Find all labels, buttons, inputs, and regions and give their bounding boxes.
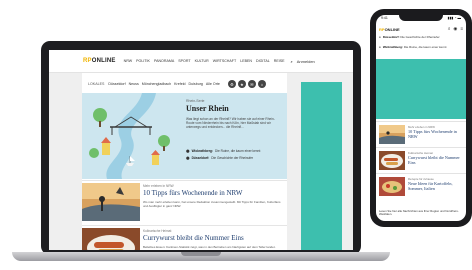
article-title[interactable]: Neue Ideen für Kartoffeln, Sommer, Itali… — [408, 181, 464, 191]
location-pin-icon: ⬤ — [186, 156, 190, 160]
location-tab[interactable]: Krefeld — [174, 82, 185, 86]
main-nav: NRW POLITIK PANORAMA SPORT KULTUR WIRTSC… — [124, 59, 285, 63]
phone-header-icons: ⌕ ◉ ≡ — [448, 26, 463, 32]
article-title[interactable]: 10 Tipps fürs Wochenende in NRW — [143, 189, 242, 197]
nav-item[interactable]: POLITIK — [136, 59, 150, 63]
settings-icon[interactable]: ⚙ — [227, 80, 236, 88]
nav-item[interactable]: DIGITAL — [256, 59, 270, 63]
phone-header: RPONLINE ⌕ ◉ ≡ — [376, 25, 466, 33]
phone-link[interactable]: ● Wickrathberg: Die Ruine, die kaum eine… — [379, 45, 465, 50]
location-pin-icon: ● — [379, 45, 381, 49]
location-pin-icon: ● — [379, 35, 381, 39]
content-area: LOKALES Düsseldorf Neuss Mönchengladbach… — [49, 73, 353, 250]
laptop-notch — [181, 252, 221, 256]
location-bar: LOKALES Düsseldorf Neuss Mönchengladbach… — [82, 75, 287, 93]
menu-icon[interactable]: ≡ — [460, 26, 463, 32]
location-label: LOKALES — [88, 82, 105, 86]
article-image — [82, 183, 140, 221]
header-actions: ⌕ Anmelden — [291, 59, 315, 64]
phone-article[interactable]: Rezepte für zuhause Neue Ideen für Karto… — [376, 173, 466, 200]
location-tab[interactable]: Alle Orte — [206, 82, 220, 86]
location-icons: ⚙ ★ ✉ ⌂ — [227, 80, 266, 88]
article-image — [82, 228, 140, 250]
location-tab[interactable]: Mönchengladbach — [142, 82, 171, 86]
article-title[interactable]: 10 Tipps fürs Wochenende in NRW — [408, 129, 464, 139]
login-link[interactable]: Anmelden — [297, 59, 315, 64]
advertisement-box[interactable] — [301, 82, 342, 250]
location-pin-icon: ⬤ — [186, 149, 190, 153]
star-icon[interactable]: ★ — [237, 80, 246, 88]
site-header: RPONLINE NRW POLITIK PANORAMA SPORT KULT… — [49, 50, 353, 73]
hero-link[interactable]: ⬤ Wickrathberg: Die Ruine, die kaum eine… — [186, 149, 260, 153]
home-icon[interactable]: ⌂ — [257, 80, 266, 88]
nav-item[interactable]: WIRTSCHAFT — [213, 59, 237, 63]
nav-item[interactable]: KULTUR — [195, 59, 209, 63]
search-icon[interactable]: ⌕ — [291, 59, 293, 64]
site-logo[interactable]: RPONLINE — [379, 27, 400, 32]
phone-notch — [399, 14, 443, 21]
nav-item[interactable]: LEBEN — [240, 59, 252, 63]
article-image — [379, 151, 405, 170]
phone-link[interactable]: ● Düsseldorf: Die Geschichte der Rheinuf… — [379, 35, 465, 40]
article-title[interactable]: Currywurst bleibt die Nummer Eins — [143, 234, 244, 242]
phone-screen: 9:41 ▮▮▮ ◔ ▬ RPONLINE ⌕ ◉ ≡ ● Düsseldorf… — [376, 15, 466, 221]
nav-item[interactable]: PANORAMA — [154, 59, 174, 63]
mail-icon[interactable]: ✉ — [247, 80, 256, 88]
article-teaser[interactable]: Kulinarische Heimat Currywurst bleibt di… — [82, 225, 287, 250]
user-icon[interactable]: ◉ — [453, 26, 457, 32]
article-image — [379, 177, 405, 196]
rhine-illustration — [89, 93, 170, 179]
site-logo[interactable]: RPONLINE — [83, 58, 116, 64]
phone-footer-text: Lesen Sie hier alle Nachrichten aus Ihre… — [379, 209, 459, 217]
advertisement-box[interactable] — [376, 59, 466, 119]
nav-item[interactable]: SPORT — [178, 59, 190, 63]
status-icons: ▮▮▮ ◔ ▬ — [447, 16, 461, 20]
hero-teaser[interactable]: Rhein-Serie Unser Rhein Was liegt schon … — [82, 93, 287, 179]
article-kicker: Mehr erleben in NRW — [143, 184, 174, 188]
location-tab[interactable]: Neuss — [129, 82, 139, 86]
hero-kicker: Rhein-Serie — [186, 99, 205, 103]
article-kicker: Kulinarische Heimat — [143, 229, 172, 233]
status-time: 9:41 — [381, 16, 388, 20]
article-title[interactable]: Currywurst bleibt die Nummer Eins — [408, 155, 464, 165]
phone-article[interactable]: Kulinarische Heimat Currywurst bleibt di… — [376, 147, 466, 174]
article-desc: Beliebtes Essen: Kantinen-Statistik zeig… — [143, 245, 276, 249]
main-column: LOKALES Düsseldorf Neuss Mönchengladbach… — [82, 73, 287, 250]
location-tabs: Düsseldorf Neuss Mönchengladbach Krefeld… — [108, 82, 220, 86]
hero-text: Was liegt schon an der Rheinfl? Wir habe… — [186, 117, 275, 130]
nav-item[interactable]: REISE — [274, 59, 285, 63]
article-desc: Wo man mehr erleben kann, hat unsere Red… — [143, 200, 281, 208]
location-tab[interactable]: Düsseldorf — [108, 82, 125, 86]
phone-article[interactable]: Mehr erleben in NRW 10 Tipps fürs Wochen… — [376, 121, 466, 148]
article-image — [379, 125, 405, 144]
article-teaser[interactable]: Mehr erleben in NRW 10 Tipps fürs Wochen… — [82, 180, 287, 225]
laptop-screen: RPONLINE NRW POLITIK PANORAMA SPORT KULT… — [49, 50, 353, 250]
search-icon[interactable]: ⌕ — [448, 26, 451, 32]
hero-title[interactable]: Unser Rhein — [186, 104, 229, 113]
location-tab[interactable]: Duisburg — [189, 82, 203, 86]
nav-item[interactable]: NRW — [124, 59, 133, 63]
hero-link[interactable]: ⬤ Düsseldorf: Die Geschichte der Rheinuf… — [186, 156, 253, 160]
